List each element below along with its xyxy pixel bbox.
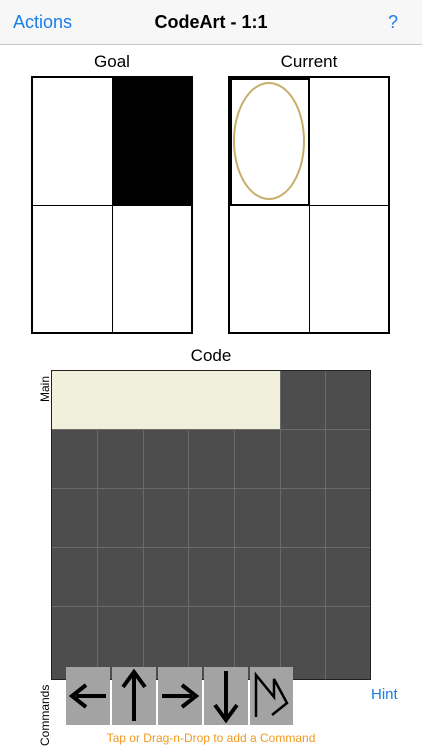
code-grid-line (188, 429, 189, 679)
current-grid (228, 76, 390, 334)
main-row-label: Main (38, 375, 52, 402)
zigzag-icon (254, 671, 289, 717)
code-grid-line (280, 371, 281, 679)
code-grid-line (97, 429, 98, 679)
instructions-text: Tap or Drag-n-Drop to add a Command (106, 731, 316, 745)
nav-bar: Actions CodeArt - 1:1 ? (0, 0, 422, 45)
current-label: Current (280, 52, 338, 71)
grid-divider-horizontal (33, 205, 191, 206)
help-button[interactable]: ? (388, 12, 398, 33)
main-command-row[interactable] (52, 371, 280, 429)
goal-filled-cell (113, 78, 191, 205)
command-up-button[interactable] (112, 667, 156, 725)
code-area[interactable] (51, 370, 371, 680)
code-label: Code (190, 346, 232, 365)
goal-grid (31, 76, 193, 334)
page-title: CodeArt - 1:1 (154, 12, 268, 32)
goal-label: Goal (94, 52, 130, 71)
code-grid-line (52, 606, 370, 607)
command-zigzag-button[interactable] (250, 667, 293, 725)
arrow-right-icon (162, 683, 200, 709)
hint-button[interactable]: Hint (371, 686, 398, 703)
code-grid-line (143, 429, 144, 679)
code-grid-line (52, 429, 370, 430)
arrow-down-icon (213, 671, 239, 724)
command-down-button[interactable] (204, 667, 248, 725)
code-grid-line (325, 371, 326, 679)
arrow-up-icon (121, 668, 147, 721)
command-left-button[interactable] (66, 667, 110, 725)
command-right-button[interactable] (158, 667, 202, 725)
code-grid-line (52, 547, 370, 548)
current-oval-shape (233, 82, 305, 200)
code-grid-line (52, 488, 370, 489)
code-grid-line (234, 429, 235, 679)
arrow-left-icon (68, 683, 106, 709)
